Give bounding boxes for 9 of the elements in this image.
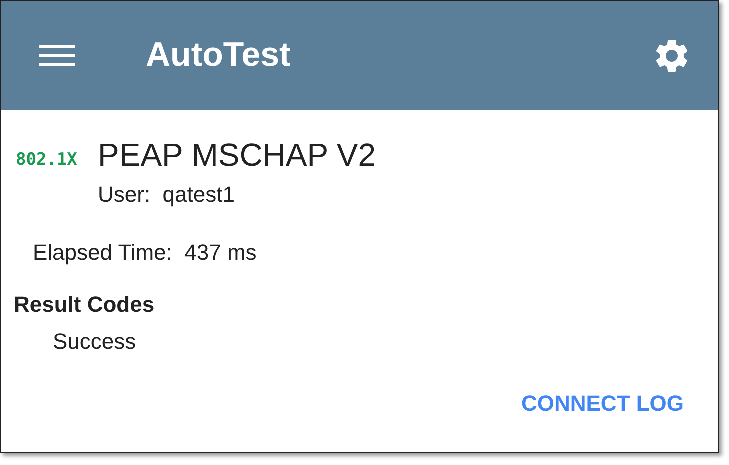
connect-log-button[interactable]: CONNECT LOG xyxy=(521,389,684,419)
test-name: PEAP MSCHAP V2 xyxy=(98,136,376,174)
section-heading: Result Codes xyxy=(14,292,156,318)
protocol-label: 802.1X xyxy=(16,150,78,170)
result-code: Success xyxy=(53,329,138,355)
elapsed-time: Elapsed Time: 437 ms xyxy=(33,240,258,266)
user-text: User: qatest1 xyxy=(98,182,236,208)
app-title: AutoTest xyxy=(146,36,292,75)
menu-icon[interactable] xyxy=(39,44,75,66)
